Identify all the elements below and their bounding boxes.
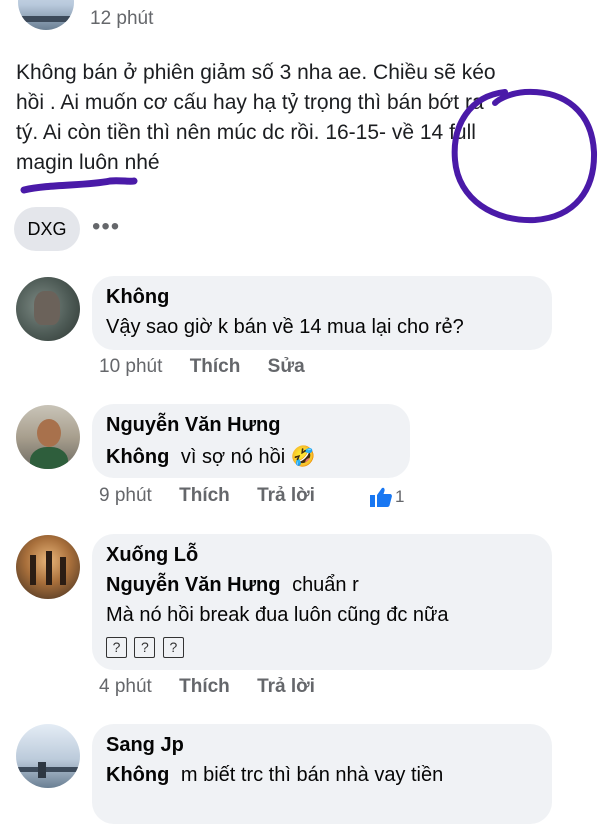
- comment-bubble: Nguyễn Văn Hưng Không vì sợ nó hồi 🤣: [92, 404, 410, 478]
- comment-actions: 10 phút Thích Sửa: [99, 356, 305, 378]
- comment-bubble: Xuống Lỗ Nguyễn Văn Hưng chuẩn r Mà nó h…: [92, 534, 552, 670]
- reply-button[interactable]: Trả lời: [257, 676, 315, 698]
- comment-text: vì sợ nó hồi: [180, 446, 286, 468]
- comment-bubble: Sang Jp Không m biết trc thì bán nhà vay…: [92, 724, 552, 824]
- comment-author[interactable]: Không: [106, 286, 169, 309]
- comment-text: chuẩn r: [292, 574, 359, 596]
- tag-dxg[interactable]: DXG: [14, 207, 80, 251]
- comment-text: Vậy sao giờ k bán về 14 mua lại cho rẻ?: [106, 316, 464, 338]
- like-button[interactable]: Thích: [190, 356, 241, 378]
- comment-author[interactable]: Sang Jp: [106, 734, 184, 757]
- comment-text: Mà nó hồi break đua luôn cũng đc nữa: [106, 604, 449, 626]
- avatar[interactable]: [16, 405, 80, 469]
- comment-text-line: Không m biết trc thì bán nhà vay tiền: [106, 764, 443, 787]
- avatar[interactable]: [16, 535, 80, 599]
- comment-actions: 9 phút Thích Trả lời: [99, 485, 315, 507]
- missing-glyph-icon: ?: [162, 637, 184, 658]
- unknown-glyphs: ? ? ?: [106, 637, 187, 658]
- comment-author[interactable]: Xuống Lỗ: [106, 544, 198, 567]
- reaction-number: 1: [395, 487, 405, 506]
- comment-time[interactable]: 9 phút: [99, 485, 152, 507]
- reply-button[interactable]: Trả lời: [257, 485, 315, 507]
- thumbs-up-icon: [370, 487, 392, 507]
- ink-circle: [451, 88, 598, 224]
- comment-time[interactable]: 4 phút: [99, 676, 152, 698]
- ink-annotation: [20, 88, 598, 224]
- avatar[interactable]: [16, 724, 80, 788]
- mention-tag[interactable]: Không: [106, 446, 169, 468]
- comment-actions: 4 phút Thích Trả lời: [99, 676, 315, 698]
- mention-tag[interactable]: Nguyễn Văn Hưng: [106, 574, 281, 596]
- avatar[interactable]: [16, 277, 80, 341]
- missing-glyph-icon: ?: [106, 637, 127, 658]
- laughing-emoji-icon: 🤣: [290, 446, 316, 468]
- mention-tag[interactable]: Không: [106, 764, 169, 786]
- comment-author[interactable]: Nguyễn Văn Hưng: [106, 414, 281, 437]
- comment-text: m biết trc thì bán nhà vay tiền: [180, 764, 444, 786]
- edit-button[interactable]: Sửa: [268, 356, 305, 378]
- reaction-count[interactable]: 1: [369, 486, 404, 508]
- ink-underline: [20, 177, 138, 194]
- comment-text-line: Nguyễn Văn Hưng chuẩn r: [106, 574, 359, 597]
- missing-glyph-icon: ?: [134, 637, 156, 658]
- comment-bubble: Không Vậy sao giờ k bán về 14 mua lại ch…: [92, 276, 552, 350]
- comment-text-line: Không vì sợ nó hồi 🤣: [106, 444, 316, 469]
- like-button[interactable]: Thích: [179, 676, 230, 698]
- like-button[interactable]: Thích: [179, 485, 230, 507]
- comment-time[interactable]: 10 phút: [99, 356, 162, 378]
- more-options-icon[interactable]: •••: [92, 213, 120, 241]
